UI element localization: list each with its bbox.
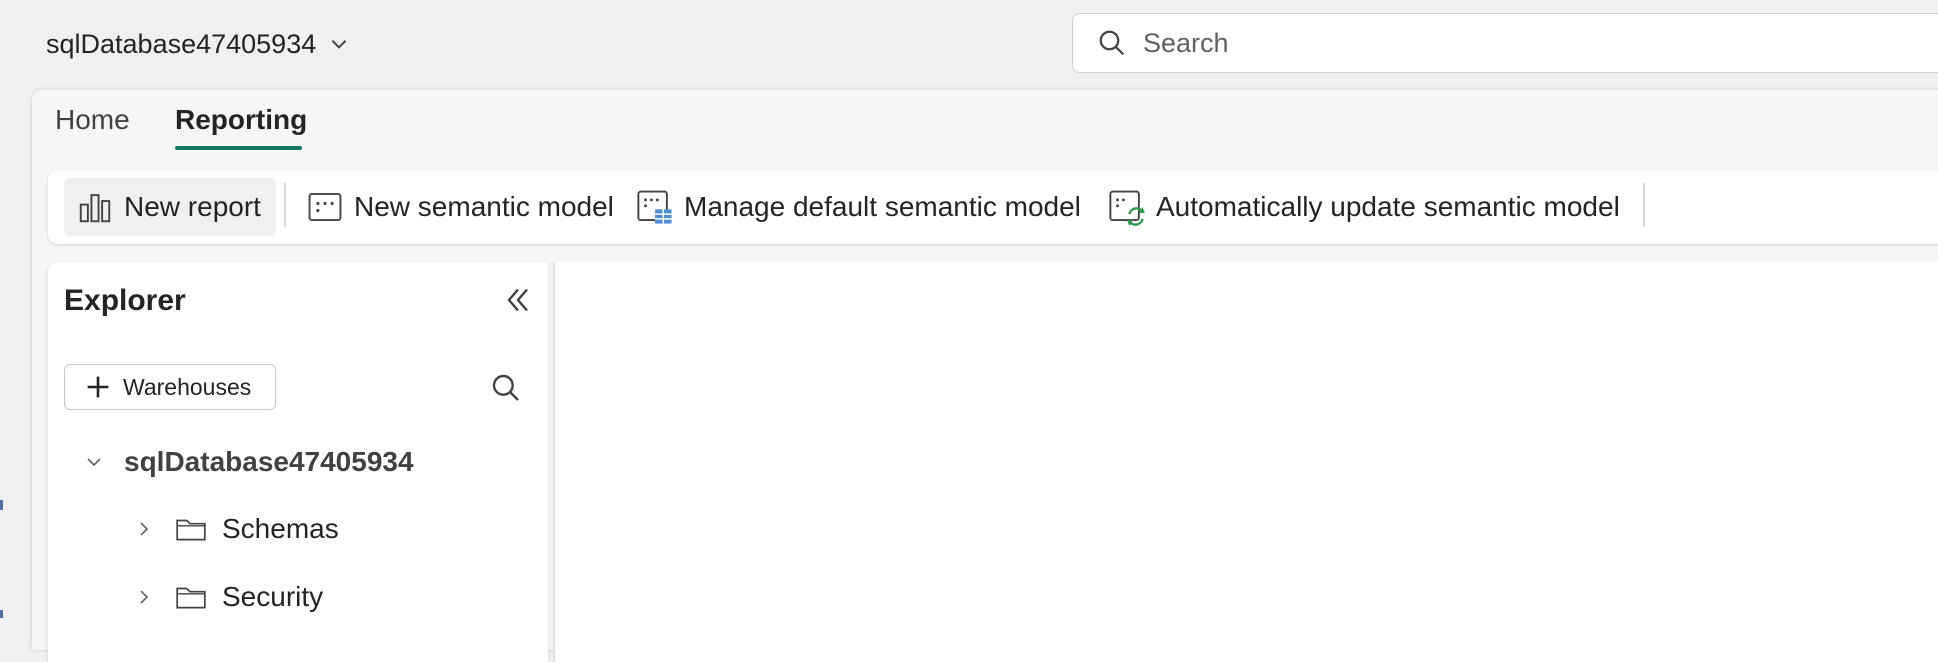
edge-mark xyxy=(0,610,3,618)
search-icon xyxy=(1099,30,1125,56)
active-tab-indicator xyxy=(175,146,302,150)
tree-item-label: Schemas xyxy=(222,513,339,544)
ribbon-divider xyxy=(1643,183,1645,227)
plus-icon xyxy=(87,376,109,398)
new-semantic-model-label: New semantic model xyxy=(354,191,614,222)
chevron-right-icon[interactable] xyxy=(134,519,154,539)
add-warehouses-button[interactable]: Warehouses xyxy=(64,364,276,410)
auto-update-semantic-model-button[interactable]: Automatically update semantic model xyxy=(1108,178,1620,236)
database-selector[interactable]: sqlDatabase47405934 xyxy=(46,22,350,66)
tree-item-security[interactable]: Security xyxy=(134,580,323,614)
search-box[interactable] xyxy=(1072,13,1938,73)
search-icon[interactable] xyxy=(490,372,522,404)
tree-item-label: sqlDatabase47405934 xyxy=(124,446,414,477)
search-input[interactable] xyxy=(1141,26,1845,60)
edge-mark xyxy=(0,500,3,510)
chevron-down-icon[interactable] xyxy=(84,452,104,472)
new-semantic-model-button[interactable]: New semantic model xyxy=(306,178,614,236)
explorer-title: Explorer xyxy=(64,284,186,317)
manage-default-semantic-model-label: Manage default semantic model xyxy=(684,191,1081,222)
tree-item-schemas[interactable]: Schemas xyxy=(134,512,339,546)
bar-chart-icon xyxy=(79,194,111,223)
database-name: sqlDatabase47405934 xyxy=(46,28,317,59)
add-warehouses-label: Warehouses xyxy=(123,373,252,400)
folder-icon xyxy=(176,587,206,609)
tree-item-database[interactable]: sqlDatabase47405934 xyxy=(84,446,414,478)
semantic-model-icon xyxy=(308,192,342,222)
manage-semantic-model-icon xyxy=(637,190,672,224)
new-report-button[interactable]: New report xyxy=(64,178,276,236)
auto-update-icon xyxy=(1109,190,1145,226)
ribbon-divider xyxy=(284,183,286,227)
auto-update-semantic-model-label: Automatically update semantic model xyxy=(1156,191,1620,222)
folder-icon xyxy=(176,519,206,541)
manage-default-semantic-model-button[interactable]: Manage default semantic model xyxy=(636,178,1081,236)
content-area xyxy=(553,262,1938,662)
tab-home[interactable]: Home xyxy=(55,104,130,136)
new-report-label: New report xyxy=(124,191,261,222)
tree-item-label: Security xyxy=(222,581,324,612)
double-chevron-left-icon[interactable] xyxy=(500,282,536,318)
tab-reporting[interactable]: Reporting xyxy=(175,104,307,136)
chevron-right-icon[interactable] xyxy=(134,587,154,607)
chevron-down-icon xyxy=(331,39,347,49)
